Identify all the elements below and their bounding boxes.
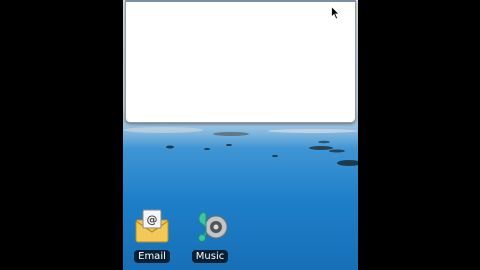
music-app-label: Music bbox=[191, 250, 229, 263]
email-icon: @ bbox=[135, 209, 169, 243]
cursor-icon bbox=[331, 6, 340, 20]
home-widget-panel[interactable] bbox=[125, 0, 356, 123]
email-app-shortcut[interactable]: @ Email bbox=[132, 208, 172, 263]
music-icon bbox=[198, 211, 228, 243]
music-app-shortcut[interactable]: Music bbox=[190, 208, 230, 263]
email-app-label: Email bbox=[134, 250, 170, 263]
svg-text:@: @ bbox=[147, 213, 158, 226]
home-screen: @ Email Music bbox=[123, 0, 358, 270]
